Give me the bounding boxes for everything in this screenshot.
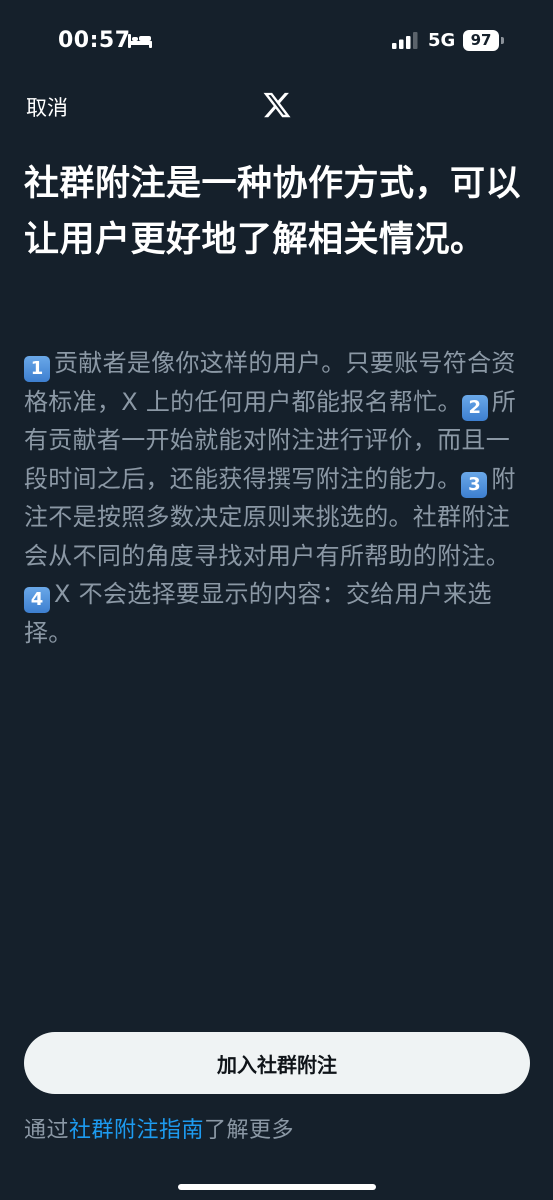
community-notes-guide-link[interactable]: 社群附注指南 bbox=[69, 1118, 204, 1143]
status-bar: 00:57 5G 97 bbox=[0, 0, 553, 84]
description-item-4: X 不会选择要显示的内容：交给用户来选择。 bbox=[24, 580, 492, 647]
learn-more-text: 通过社群附注指南了解更多 bbox=[24, 1112, 294, 1144]
learn-more-prefix: 通过 bbox=[24, 1118, 70, 1143]
status-time: 00:57 bbox=[58, 28, 131, 53]
cellular-signal-icon bbox=[392, 32, 418, 49]
network-type: 5G bbox=[428, 30, 456, 51]
home-indicator[interactable] bbox=[178, 1184, 376, 1190]
page-title: 社群附注是一种协作方式，可以让用户更好地了解相关情况。 bbox=[24, 164, 522, 260]
battery-icon: 97 bbox=[463, 30, 505, 52]
number-3-badge: 3 bbox=[461, 471, 488, 498]
battery-cap bbox=[501, 37, 504, 44]
battery-level: 97 bbox=[463, 30, 499, 51]
cancel-button[interactable]: 取消 bbox=[26, 92, 68, 122]
sleep-focus-icon bbox=[128, 34, 152, 48]
number-2-badge: 2 bbox=[461, 394, 488, 421]
join-community-notes-button[interactable]: 加入社群附注 bbox=[24, 1032, 530, 1094]
description: 1 贡献者是像你这样的用户。只要账号符合资格标准，X 上的任何用户都能报名帮忙。 2… bbox=[24, 344, 529, 652]
description-item-1: 贡献者是像你这样的用户。只要账号符合资格标准，X 上的任何用户都能报名帮忙。 bbox=[24, 349, 516, 416]
number-4-badge: 4 bbox=[24, 587, 50, 613]
learn-more-suffix: 了解更多 bbox=[204, 1118, 295, 1143]
x-logo-icon bbox=[263, 92, 291, 118]
number-1-badge: 1 bbox=[24, 356, 50, 382]
screen: 00:57 5G 97 取消 社群附注是一种协作方式，可以让用户更好地了解相关情… bbox=[0, 0, 553, 1200]
